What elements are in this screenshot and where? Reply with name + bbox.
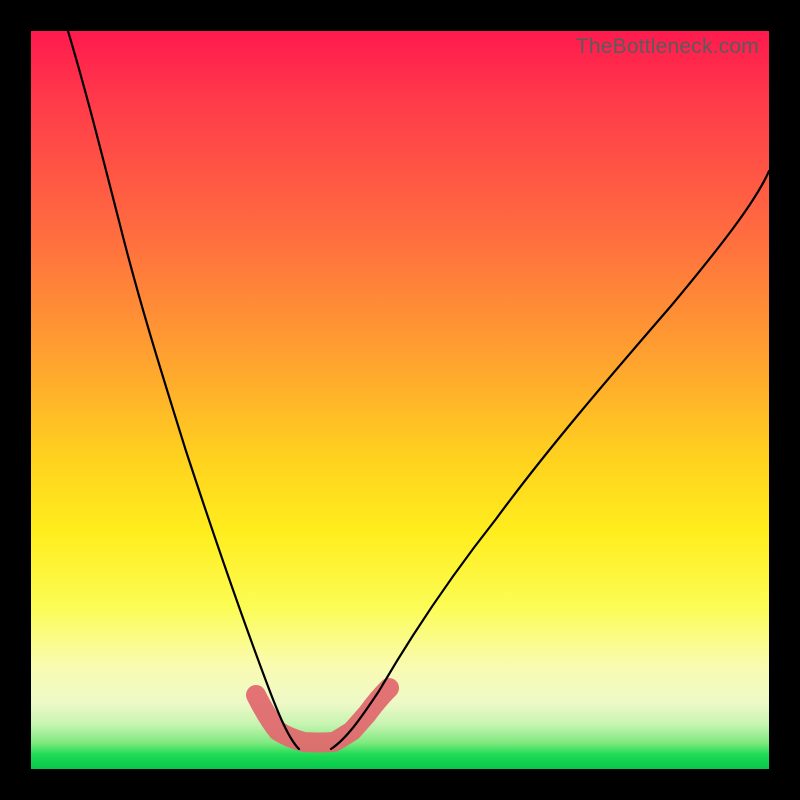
curve-layer (31, 31, 769, 769)
curve-right (331, 171, 769, 749)
curve-left (68, 31, 299, 749)
chart-frame: TheBottleneck.com (0, 0, 800, 800)
optimal-band (256, 688, 389, 743)
watermark-text: TheBottleneck.com (576, 35, 759, 59)
plot-area: TheBottleneck.com (31, 31, 769, 769)
